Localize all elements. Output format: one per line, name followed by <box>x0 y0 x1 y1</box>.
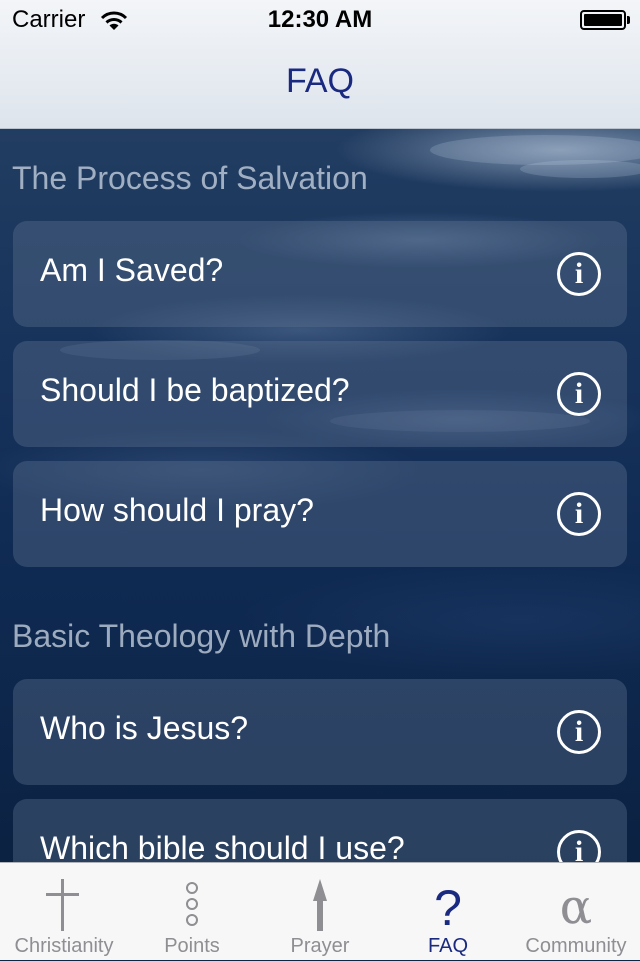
tab-community[interactable]: α Community <box>512 863 640 961</box>
tab-christianity[interactable]: Christianity <box>0 863 128 961</box>
wave-highlight <box>520 160 640 178</box>
battery-icon <box>580 10 630 30</box>
info-icon[interactable]: i <box>557 492 601 536</box>
tab-label: FAQ <box>427 935 468 957</box>
row-label: Should I be baptized? <box>40 372 350 408</box>
info-icon[interactable]: i <box>557 372 601 416</box>
info-icon[interactable]: i <box>557 710 601 754</box>
tab-points[interactable]: Points <box>128 863 256 961</box>
status-bar: Carrier 12:30 AM <box>0 0 640 40</box>
arrow-up-icon <box>313 879 327 931</box>
faq-row-am-i-saved[interactable]: Am I Saved? i <box>13 221 627 327</box>
alpha-icon: α <box>560 879 592 933</box>
three-dots-icon <box>186 882 198 926</box>
page-title: FAQ <box>285 62 355 100</box>
question-mark-icon: ? <box>434 880 462 933</box>
info-icon[interactable]: i <box>557 252 601 296</box>
tab-label: Points <box>164 935 220 957</box>
info-glyph: i <box>574 377 584 410</box>
section-header-salvation: The Process of Salvation <box>12 160 368 196</box>
question-mark-glyph: ? <box>434 880 462 933</box>
row-label: How should I pray? <box>40 492 314 528</box>
status-time: 12:30 AM <box>267 6 373 33</box>
tab-label: Christianity <box>14 935 114 957</box>
tab-faq[interactable]: ? FAQ <box>384 863 512 961</box>
tab-label: Prayer <box>290 935 350 957</box>
tab-bar: Christianity Points Prayer ? FAQ α Commu… <box>0 862 640 960</box>
faq-row-baptized[interactable]: Should I be baptized? i <box>13 341 627 447</box>
info-glyph: i <box>574 497 584 530</box>
tab-prayer[interactable]: Prayer <box>256 863 384 961</box>
info-glyph: i <box>574 257 584 290</box>
cross-icon <box>46 879 79 931</box>
row-label: Am I Saved? <box>40 252 224 288</box>
alpha-glyph: α <box>560 879 592 933</box>
section-header-theology: Basic Theology with Depth <box>12 618 391 654</box>
faq-row-pray[interactable]: How should I pray? i <box>13 461 627 567</box>
info-glyph: i <box>574 715 584 748</box>
navigation-bar: Carrier 12:30 AM FAQ <box>0 0 640 129</box>
row-label: Who is Jesus? <box>40 710 249 746</box>
tab-label: Community <box>525 935 627 957</box>
faq-row-who-is-jesus[interactable]: Who is Jesus? i <box>13 679 627 785</box>
